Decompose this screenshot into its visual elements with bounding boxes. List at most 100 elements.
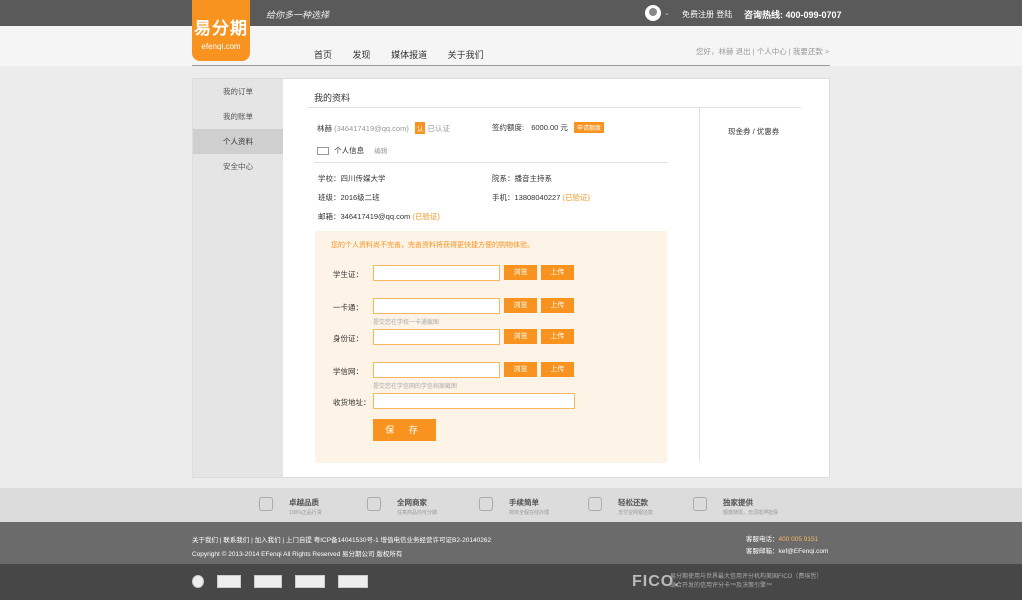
apply-credit-button[interactable]: 申请额度: [573, 122, 604, 133]
logo[interactable]: 易分期 efenqi.com: [192, 0, 250, 61]
service-email-label: 客服邮箱：: [746, 548, 779, 555]
id-card-upload-button[interactable]: 上传: [541, 329, 574, 344]
cert-seal-icon[interactable]: [192, 575, 204, 588]
college-value: 播音主持系: [514, 174, 553, 183]
xuexin-upload-button[interactable]: 上传: [541, 362, 574, 377]
class-label: 班级：: [318, 193, 341, 202]
verified-text: 已认证: [427, 124, 451, 133]
hotline: 咨询热线: 400-099-0707: [744, 10, 842, 20]
checkmark-icon: [367, 497, 381, 511]
email-status: (已验证): [412, 212, 440, 221]
feature-sub: 额度随需，无须抵押担保: [723, 510, 779, 516]
service-info: 客服电话：400 005 9151 客服邮箱：kef@EFenqi.com: [746, 534, 828, 558]
register-link[interactable]: 免费注册: [682, 10, 714, 19]
feature-sub: 任意商品均可分期: [397, 510, 438, 516]
xuexin-browse-button[interactable]: 浏览: [504, 362, 537, 377]
police-badge-icon[interactable]: [295, 575, 325, 588]
logo-main: 易分期: [194, 19, 248, 38]
id-card-browse-button[interactable]: 浏览: [504, 329, 537, 344]
fico-text-1: 易分期使用与世界最大信用评分机构美国FICO（费埃哲）: [670, 574, 823, 580]
xuexin-label: 学信网：: [333, 367, 363, 376]
info-header: 个人信息 编辑: [317, 145, 387, 156]
footer: 关于我们 | 联系我们 | 加入我们 | 上门自提 粤ICP备14041530号…: [0, 522, 1022, 564]
school-label: 学校：: [318, 174, 341, 183]
slogan: 给你多一种选择: [266, 11, 330, 21]
id-card-input[interactable]: [373, 329, 500, 345]
feature-title: 独家提供: [723, 498, 753, 507]
user-name: 林赫: [317, 124, 332, 133]
cup-icon: [588, 497, 602, 511]
main-content: 我的订单 我的账单 个人资料 安全中心 我的资料 现金券 / 优惠券 林赫 (3…: [192, 78, 830, 478]
nav-item-discover[interactable]: 发现: [353, 50, 371, 60]
college-row: 院系：播音主持系: [492, 173, 552, 184]
xuexin-hint: 提交您在学信网的学信档案截图: [373, 384, 458, 390]
sidebar-item-orders[interactable]: 我的订单: [193, 79, 283, 104]
nav-bar: [0, 26, 1022, 66]
features-strip: 卓越品质 100%正品行货 全网商家 任意商品均可分期 手续简单 简单全程在线办…: [0, 488, 1022, 522]
email-label: 邮箱：: [318, 212, 341, 221]
graduation-cap-icon: [479, 497, 493, 511]
credit-value: 6000.00 元: [531, 123, 568, 132]
email-value: 346417419@qq.com: [340, 212, 411, 221]
sidebar-item-security[interactable]: 安全中心: [193, 154, 283, 179]
fico-text-2: 联合开发的信用评分卡™及决策引擎™: [670, 583, 773, 589]
student-card-upload-button[interactable]: 上传: [541, 265, 574, 280]
nav-divider: [192, 65, 830, 66]
nav-item-about[interactable]: 关于我们: [448, 50, 484, 60]
feature-title: 手续简单: [509, 498, 539, 507]
school-row: 学校：四川传媒大学: [318, 173, 386, 184]
trust-badge-icon[interactable]: [254, 575, 282, 588]
student-card-input[interactable]: [373, 265, 500, 281]
service-email[interactable]: kef@EFenqi.com: [779, 548, 829, 555]
quality-icon: [259, 497, 273, 511]
college-label: 院系：: [492, 174, 515, 183]
top-bar: 给你多一种选择 ⌄ 免费注册 登陆 咨询热线: 400-099-0707: [0, 0, 1022, 26]
verified-badge: 认: [414, 122, 426, 134]
id-card-icon: [317, 147, 329, 156]
phone-label: 手机：: [492, 193, 515, 202]
campus-card-upload-button[interactable]: 上传: [541, 298, 574, 313]
form-notice: 您的个人资料尚不完善，完善资料将获得更快捷方便的购物体验。: [331, 242, 534, 249]
avatar[interactable]: [645, 5, 661, 21]
chevron-down-icon[interactable]: ⌄: [664, 9, 670, 17]
edit-link[interactable]: 编辑: [374, 148, 387, 155]
feature-title: 全网商家: [397, 498, 427, 507]
class-value: 2016级二班: [340, 193, 380, 202]
phone-row: 手机：13808040227 (已验证): [492, 192, 590, 203]
campus-card-input[interactable]: [373, 298, 500, 314]
login-link[interactable]: 登陆: [716, 10, 732, 19]
id-card-label: 身份证：: [333, 334, 363, 343]
xuexin-input[interactable]: [373, 362, 500, 378]
norton-badge-icon[interactable]: [217, 575, 241, 588]
campus-card-browse-button[interactable]: 浏览: [504, 298, 537, 313]
sidebar-item-profile[interactable]: 个人资料: [193, 129, 283, 154]
title-divider: [307, 107, 801, 108]
save-button[interactable]: 保 存: [373, 419, 436, 441]
feature-sub: 100%正品行货: [289, 510, 322, 516]
class-row: 班级：2016级二班: [318, 192, 380, 203]
user-links[interactable]: 您好，林赫 退出 | 个人中心 | 我要还款 >: [696, 46, 829, 57]
campus-card-hint: 提交您在学校一卡通截图: [373, 320, 440, 326]
verified-site-badge-icon[interactable]: [338, 575, 368, 588]
feature-title: 卓越品质: [289, 498, 319, 507]
nav-item-media[interactable]: 媒体报道: [391, 50, 427, 60]
feature-sub: 简单全程在线办理: [509, 510, 550, 516]
user-qq: (346417419@qq.com): [334, 124, 409, 133]
service-phone: 400 005 9151: [778, 536, 819, 543]
page-title: 我的资料: [314, 93, 351, 103]
school-value: 四川传媒大学: [340, 174, 386, 183]
coupon-link[interactable]: 现金券 / 优惠券: [728, 126, 779, 137]
student-card-label: 学生证：: [333, 270, 363, 279]
campus-card-label: 一卡通：: [333, 303, 363, 312]
sidebar-item-bills[interactable]: 我的账单: [193, 104, 283, 129]
nav-item-home[interactable]: 首页: [314, 50, 332, 60]
right-column-divider: [699, 107, 700, 461]
address-input[interactable]: [373, 393, 575, 409]
phone-status: (已验证): [562, 193, 590, 202]
copyright: Copyright © 2013-2014 EFenqi All Rights …: [192, 551, 403, 558]
phone-value: 13808040227: [514, 193, 561, 202]
student-card-browse-button[interactable]: 浏览: [504, 265, 537, 280]
footer-links[interactable]: 关于我们 | 联系我们 | 加入我们 | 上门自提 粤ICP备14041530号…: [192, 534, 491, 544]
credit-label: 签约额度:: [492, 123, 525, 132]
credit-limit: 签约额度: 6000.00 元 申请额度: [492, 122, 604, 133]
